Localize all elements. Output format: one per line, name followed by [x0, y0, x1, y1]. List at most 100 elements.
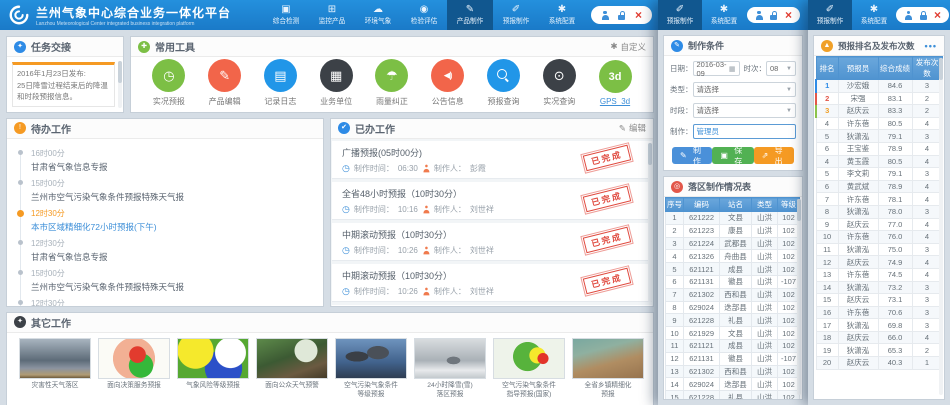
- table-row[interactable]: 14狄潇泓73.23: [816, 281, 942, 294]
- table-row[interactable]: 15赵庆云73.13: [816, 294, 942, 307]
- todo-item[interactable]: 12时30分本市区域精细化72小时预报(下午): [31, 298, 313, 307]
- close-icon[interactable]: ×: [635, 9, 642, 21]
- done-item[interactable]: 中期滚动预报（10时30分）◷制作时间：10:26制作人：刘世祥已完成: [332, 305, 652, 306]
- table-row[interactable]: 2621223康县山洪102: [666, 224, 800, 237]
- table-row[interactable]: 7621302西和县山洪102: [666, 288, 800, 301]
- table-row[interactable]: 16许东蓓70.63: [816, 306, 942, 319]
- other-work-item[interactable]: 气象风险等级预报: [177, 338, 249, 400]
- table-row[interactable]: 20赵庆云40.31: [816, 357, 942, 370]
- table-row[interactable]: 11狄潇泓75.03: [816, 243, 942, 256]
- more-menu-button[interactable]: •••: [925, 41, 937, 51]
- table-row[interactable]: 3621224武都县山洪102: [666, 237, 800, 250]
- done-item[interactable]: 广播预报(05时00分)◷制作时间：06:30制作人：彭霞已完成: [332, 141, 652, 179]
- table-row[interactable]: 4621326舟曲县山洪102: [666, 250, 800, 263]
- lock-icon[interactable]: [770, 11, 778, 20]
- nav-item-系统配置[interactable]: ✱系统配置: [852, 0, 896, 30]
- other-work-item[interactable]: 灾害性天气落区: [19, 338, 91, 400]
- other-work-item[interactable]: 面向决策服务预报: [98, 338, 170, 400]
- tool-雨量纠正[interactable]: ☂雨量纠正: [375, 59, 408, 107]
- table-row[interactable]: 9621228礼县山洪102: [666, 314, 800, 327]
- nav-item-系统配置[interactable]: ✱系统配置: [539, 0, 585, 30]
- table-row[interactable]: 8狄潇泓78.03: [816, 205, 942, 218]
- user-icon[interactable]: [601, 11, 609, 20]
- table-row[interactable]: 5李文莉79.13: [816, 168, 942, 181]
- period-select[interactable]: 请选择 ▼: [693, 103, 797, 118]
- tool-实况查询[interactable]: ⊙实况查询: [543, 59, 576, 107]
- nav-item-检验评估[interactable]: ◉检验评估: [401, 0, 447, 30]
- table-row[interactable]: 13621302西和县山洪102: [666, 365, 800, 378]
- table-row[interactable]: 1沙宏娥84.63: [816, 80, 942, 93]
- other-work-item[interactable]: 全省乡镇精细化预报: [572, 338, 644, 400]
- todo-item[interactable]: 12时30分甘肃省气象信息专报: [31, 238, 313, 263]
- tool-产品编辑[interactable]: ✎产品编辑: [208, 59, 241, 107]
- nav-item-预报制作[interactable]: ✐预报制作: [493, 0, 539, 30]
- hour-select[interactable]: 08 ▼: [766, 61, 796, 76]
- table-row[interactable]: 7许东蓓78.14: [816, 193, 942, 206]
- table-row[interactable]: 2宋强83.12: [816, 92, 942, 105]
- lock-icon[interactable]: [618, 11, 626, 20]
- other-work-item[interactable]: 24小时降雪(雪)落区预报: [414, 338, 486, 400]
- other-work-item[interactable]: 面向公众天气预警: [256, 338, 328, 400]
- tool-公告信息[interactable]: ◀)公告信息: [431, 59, 464, 107]
- todo-item[interactable]: 15时00分兰州市空气污染气象条件预报特殊天气报: [31, 178, 313, 203]
- nav-item-产品制作[interactable]: ✎产品制作: [447, 0, 493, 30]
- done-item[interactable]: 全省48小时预报（10时30分）◷制作时间：10:16制作人：刘世祥已完成: [332, 182, 652, 220]
- done-item[interactable]: 中期滚动预报（10时30分）◷制作时间：10:26制作人：刘世祥已完成: [332, 223, 652, 261]
- table-row[interactable]: 10许东蓓76.04: [816, 231, 942, 244]
- table-row[interactable]: 12赵庆云74.94: [816, 256, 942, 269]
- maker-input[interactable]: 管理员: [693, 124, 797, 139]
- tool-业务单位[interactable]: ▦业务单位: [320, 59, 353, 107]
- table-row[interactable]: 19狄潇泓65.32: [816, 344, 942, 357]
- table-row[interactable]: 14629024迭部县山洪102: [666, 378, 800, 391]
- table-row[interactable]: 6621131徽县山洪-107: [666, 275, 800, 288]
- user-icon[interactable]: [755, 11, 763, 20]
- table-row[interactable]: 6王宝鉴78.94: [816, 142, 942, 155]
- close-icon[interactable]: ×: [934, 9, 941, 21]
- table-row[interactable]: 11621121成县山洪102: [666, 339, 800, 352]
- button-制作[interactable]: ✎制作: [672, 147, 712, 164]
- nav-item-系统配置[interactable]: ✱系统配置: [702, 0, 746, 30]
- lock-icon[interactable]: [919, 11, 927, 20]
- date-input[interactable]: 2016-03-09 ▦: [693, 61, 740, 76]
- nav-item-环境气象[interactable]: ☁环境气象: [355, 0, 401, 30]
- nav-item-预报制作[interactable]: ✐预报制作: [808, 0, 852, 30]
- tool-预报查询[interactable]: 预报查询: [487, 59, 520, 107]
- tool-记录日志[interactable]: ▤记录日志: [264, 59, 297, 107]
- table-row[interactable]: 8629024迭部县山洪102: [666, 301, 800, 314]
- table-row[interactable]: 4黄玉霞80.54: [816, 155, 942, 168]
- table-row[interactable]: 13许东蓓74.54: [816, 268, 942, 281]
- todo-item[interactable]: 15时00分兰州市空气污染气象条件预报特殊天气报: [31, 268, 313, 293]
- rank-scrollbar[interactable]: [939, 58, 943, 395]
- todo-item[interactable]: 12时30分本市区域精细化72小时预报(下午): [31, 208, 313, 233]
- tool-实况预报[interactable]: ◷实况预报: [152, 59, 185, 107]
- button-保存[interactable]: ▣保存: [712, 147, 753, 164]
- table-row[interactable]: 5狄潇泓79.13: [816, 130, 942, 143]
- table-row[interactable]: 3赵庆云83.32: [816, 105, 942, 118]
- button-导出[interactable]: ⇗导出: [754, 147, 794, 164]
- table-row[interactable]: 9赵庆云77.04: [816, 218, 942, 231]
- table-row[interactable]: 12621131徽县山洪-107: [666, 352, 800, 365]
- close-icon[interactable]: ×: [785, 9, 792, 21]
- edit-button[interactable]: ✎ 编辑: [619, 122, 646, 134]
- table-row[interactable]: 1621222文县山洪102: [666, 212, 800, 225]
- nav-item-综合检测[interactable]: ▣综合检测: [263, 0, 309, 30]
- table-row[interactable]: 5621121成县山洪102: [666, 263, 800, 276]
- area-scrollbar[interactable]: [797, 199, 801, 395]
- other-work-item[interactable]: 空气污染气象条件指导预报(国家): [493, 338, 565, 400]
- table-row[interactable]: 10621929文县山洪102: [666, 327, 800, 340]
- table-row[interactable]: 17狄潇泓69.83: [816, 319, 942, 332]
- tool-GPS_3d[interactable]: 3dGPS_3d: [599, 60, 632, 106]
- table-row[interactable]: 4许东蓓80.54: [816, 117, 942, 130]
- nav-item-监控产品[interactable]: ⊞监控产品: [309, 0, 355, 30]
- nav-item-预报制作[interactable]: ✐预报制作: [658, 0, 702, 30]
- user-icon[interactable]: [904, 11, 912, 20]
- handover-scrollbar[interactable]: [118, 61, 122, 108]
- table-row[interactable]: 18赵庆云66.04: [816, 331, 942, 344]
- done-scrollbar[interactable]: [648, 143, 652, 302]
- done-item[interactable]: 中期滚动预报（10时30分）◷制作时间：10:26制作人：刘世祥已完成: [332, 264, 652, 302]
- table-row[interactable]: 6黄武斌78.94: [816, 180, 942, 193]
- customize-button[interactable]: ✱ 自定义: [610, 41, 646, 53]
- other-work-item[interactable]: 空气污染气象条件等级预报: [335, 338, 407, 400]
- table-row[interactable]: 15621228礼县山洪102: [666, 391, 800, 399]
- type-select[interactable]: 请选择 ▼: [693, 82, 797, 97]
